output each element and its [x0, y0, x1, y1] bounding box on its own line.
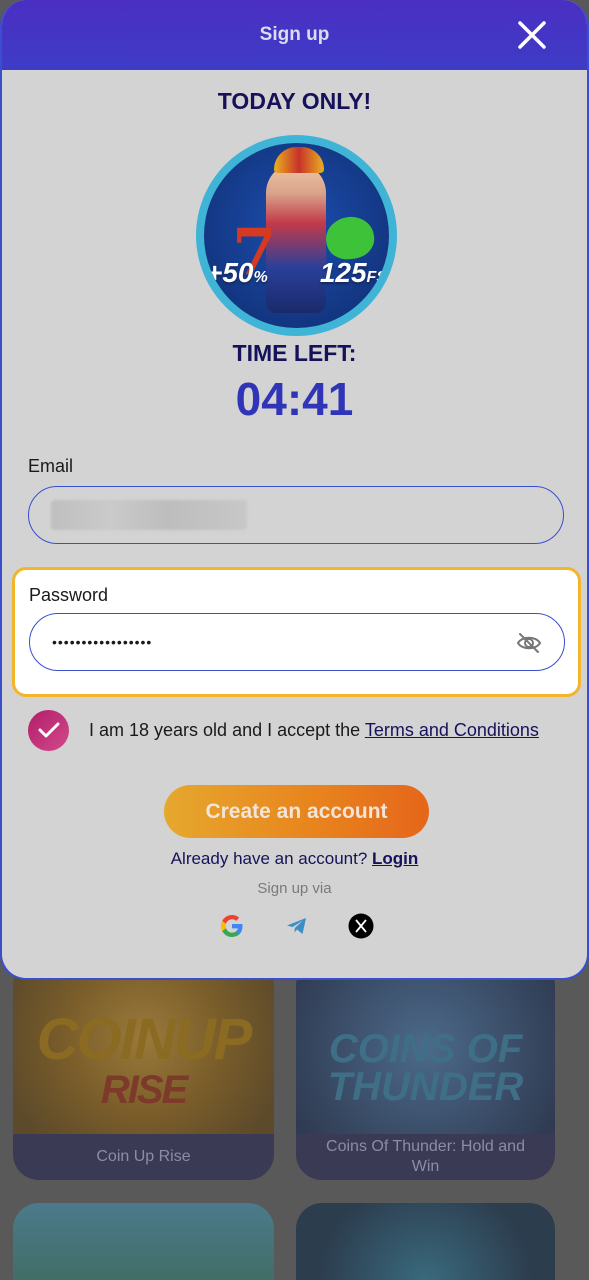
email-label: Email: [28, 456, 74, 476]
login-link[interactable]: Login: [372, 849, 418, 868]
telegram-icon: [287, 918, 306, 934]
terms-link[interactable]: Terms and Conditions: [365, 720, 539, 740]
promo-bonus: +50% 125FS: [204, 257, 389, 289]
terms-prefix: I am 18 years old and I accept the: [89, 719, 365, 740]
freespins-count: 125: [319, 257, 367, 288]
login-prompt: Already have an account?: [170, 849, 373, 868]
heart-symbol: [323, 213, 377, 263]
email-field[interactable]: [28, 486, 564, 544]
google-icon: [221, 915, 243, 937]
modal-header: Sign up: [2, 0, 587, 70]
x-icon: [348, 913, 374, 939]
google-signup-button[interactable]: [219, 913, 245, 939]
password-label: Password: [29, 585, 109, 605]
promo-heading: TODAY ONLY!: [217, 88, 372, 114]
x-signup-button[interactable]: [348, 913, 374, 939]
game-card[interactable]: [13, 1203, 274, 1280]
bonus-percent: +50: [206, 257, 254, 288]
toggle-password-visibility[interactable]: [516, 630, 542, 656]
login-row: Already have an account? Login: [2, 849, 587, 869]
telegram-signup-button[interactable]: [284, 913, 310, 939]
checkmark-icon: [38, 722, 59, 738]
terms-checkbox[interactable]: [28, 709, 69, 751]
game-card-coin-up-rise[interactable]: COINUP RISE Coin Up Rise: [13, 960, 274, 1180]
password-section: Password •••••••••••••••••: [12, 567, 581, 697]
close-button[interactable]: [517, 20, 547, 50]
email-value-redacted: [51, 500, 247, 530]
bonus-percent-sign: %: [253, 269, 268, 286]
close-icon: [518, 21, 546, 49]
signup-modal: Sign up TODAY ONLY! 7 +50% 125FS TIME LE…: [0, 0, 589, 980]
eye-off-icon: [516, 633, 542, 653]
password-value: •••••••••••••••••: [52, 634, 153, 650]
game-art: COINUP RISE: [36, 1007, 253, 1113]
signup-via-label: Sign up via: [257, 880, 332, 897]
game-art: COINS OF THUNDER: [327, 1027, 524, 1109]
countdown-timer: 04:41: [235, 373, 354, 425]
modal-title: Sign up: [259, 24, 330, 45]
password-field[interactable]: •••••••••••••••••: [29, 613, 565, 671]
promo-badge: 7 +50% 125FS: [196, 135, 397, 336]
create-account-button[interactable]: Create an account: [164, 785, 429, 838]
game-card[interactable]: [296, 1203, 555, 1280]
timer-label: TIME LEFT:: [232, 340, 357, 366]
game-card-coins-of-thunder[interactable]: COINS OF THUNDER Coins Of Thunder: Hold …: [296, 960, 555, 1180]
promo-image: 7 +50% 125FS: [204, 143, 389, 328]
freespins-unit: FS: [366, 269, 387, 286]
terms-text: I am 18 years old and I accept the Terms…: [89, 720, 539, 741]
game-title: Coins Of Thunder: Hold and Win: [296, 1134, 555, 1180]
game-title: Coin Up Rise: [13, 1134, 274, 1180]
jester-hat: [274, 147, 324, 173]
social-signup-row: [2, 913, 587, 939]
terms-row: I am 18 years old and I accept the Terms…: [28, 709, 568, 751]
